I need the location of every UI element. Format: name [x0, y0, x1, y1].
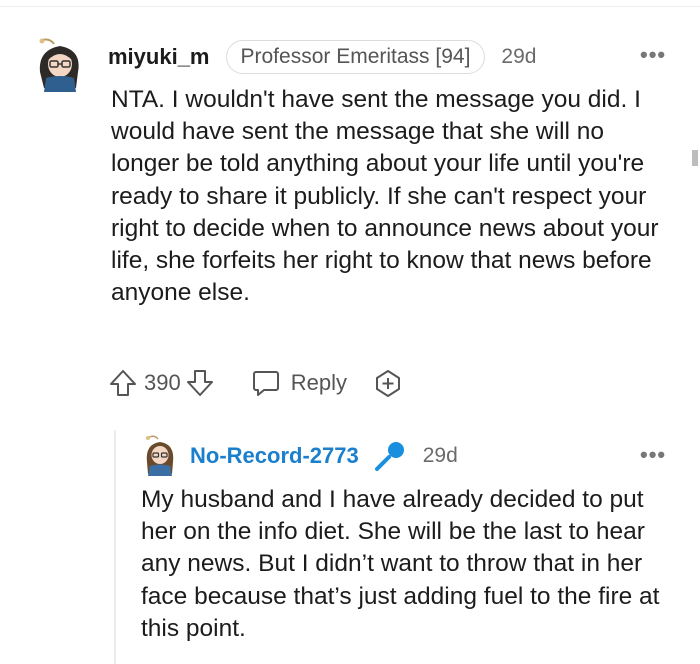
downvote-icon[interactable] — [185, 368, 215, 398]
reply-user-avatar[interactable] — [140, 434, 180, 476]
award-icon[interactable] — [373, 368, 403, 398]
scroll-indicator — [692, 150, 698, 166]
reply-age: 29d — [422, 444, 458, 467]
reply-more-options-button[interactable]: ••• — [640, 442, 666, 468]
comment-actions: 390 Reply — [108, 366, 403, 400]
upvote-icon[interactable] — [108, 368, 138, 398]
user-avatar[interactable] — [30, 36, 90, 92]
reply-icon — [251, 368, 281, 398]
user-flair: Professor Emeritass [94] — [225, 40, 486, 74]
avatar-icon — [39, 38, 79, 92]
thread-line[interactable] — [114, 430, 116, 664]
username[interactable]: miyuki_m — [108, 44, 210, 70]
comment-header: miyuki_m Professor Emeritass [94] 29d — [108, 40, 536, 74]
top-divider — [0, 6, 700, 7]
reply-username[interactable]: No-Record-2773 — [190, 443, 359, 469]
comment-age: 29d — [501, 45, 537, 68]
reply-header: No-Record-2773 29d — [190, 438, 458, 474]
reply-body: My husband and I have already decided to… — [141, 486, 660, 642]
reply-label: Reply — [290, 370, 347, 395]
more-options-button[interactable]: ••• — [640, 42, 666, 68]
microphone-icon — [373, 439, 407, 473]
vote-score: 390 — [144, 370, 181, 395]
avatar-icon — [146, 435, 174, 476]
comment-body: NTA. I wouldn't have sent the message yo… — [111, 86, 659, 307]
reply-button[interactable]: Reply — [251, 368, 347, 398]
